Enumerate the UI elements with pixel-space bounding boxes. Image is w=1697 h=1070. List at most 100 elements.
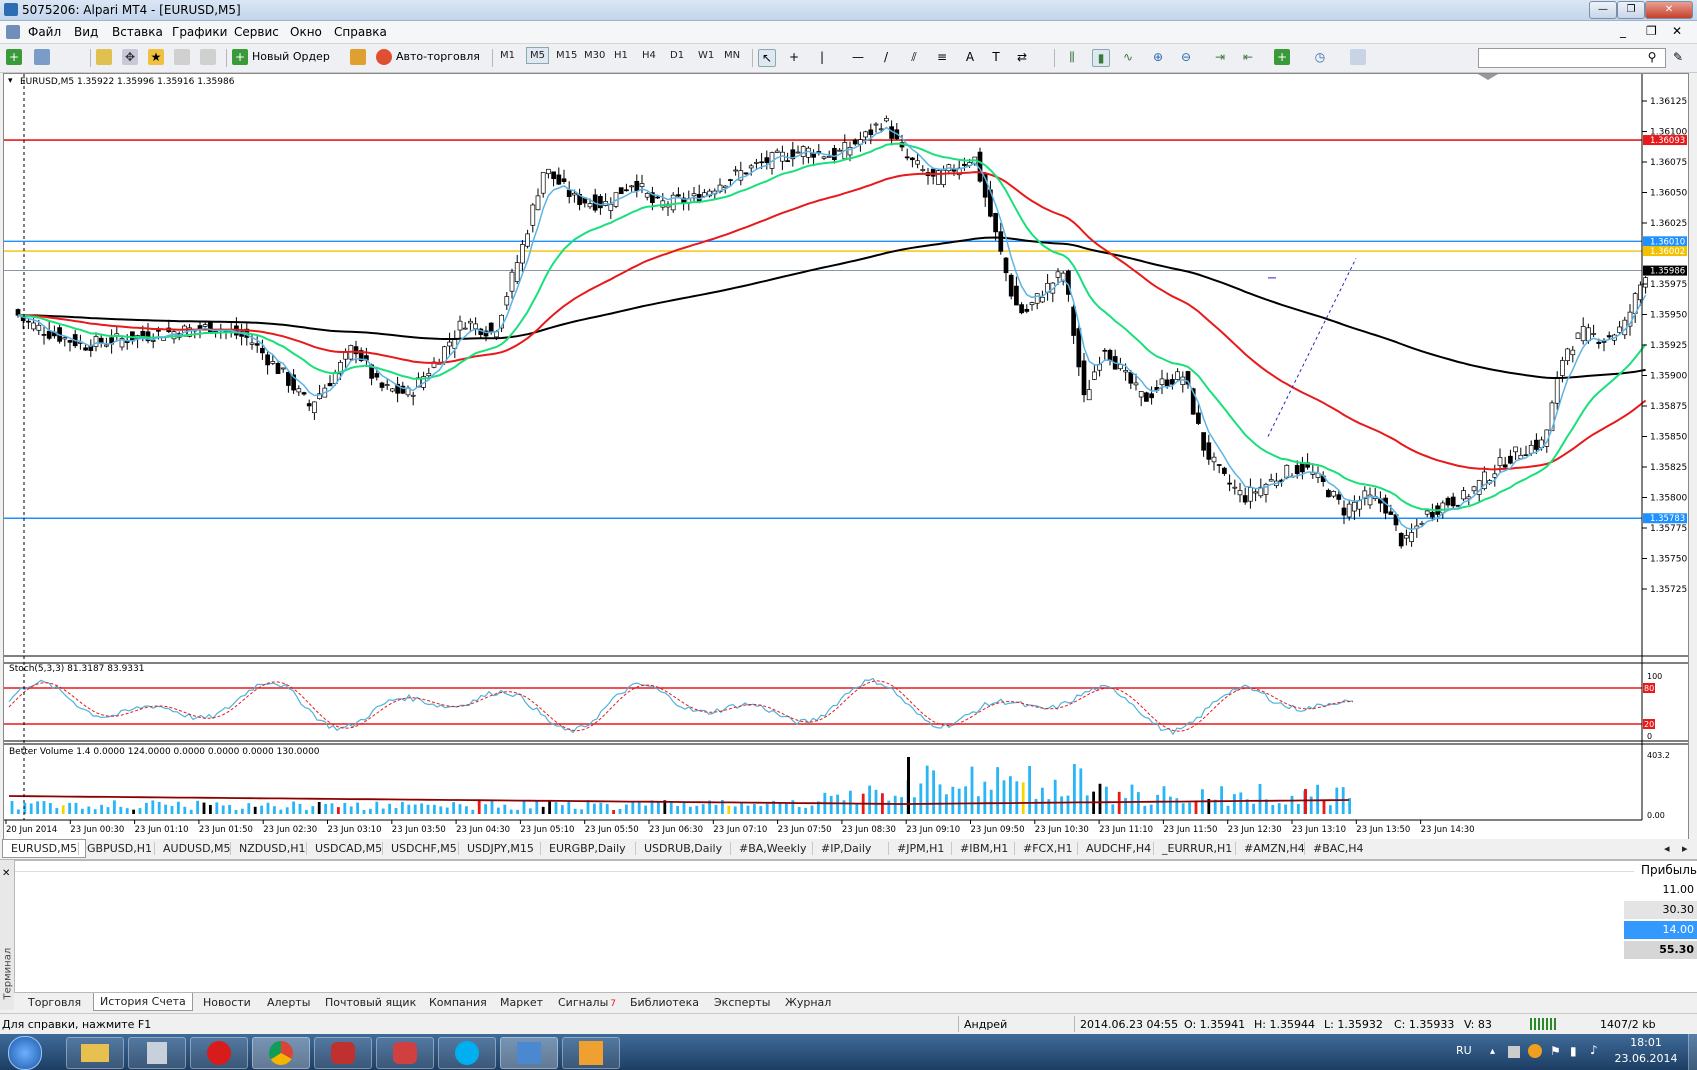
chart-shift-icon[interactable]: ⇤ xyxy=(1240,49,1256,65)
autotrade-button[interactable]: Авто-торговля xyxy=(396,47,480,67)
tf-h1[interactable]: H1 xyxy=(614,50,628,61)
skype-icon[interactable] xyxy=(438,1037,496,1069)
tabs-right-arrow[interactable]: ▸ xyxy=(1682,842,1688,855)
symbol-tab[interactable]: AUDCHF,H4 xyxy=(1077,842,1159,855)
start-button-icon[interactable] xyxy=(8,1036,42,1070)
maximize-icon[interactable]: ❐ xyxy=(1617,1,1645,19)
menu-charts[interactable]: Графики xyxy=(172,25,227,39)
indicators-icon[interactable]: + xyxy=(1274,49,1290,65)
clock-time[interactable]: 18:01 xyxy=(1616,1036,1676,1049)
tray-expand-icon[interactable]: ▴ xyxy=(1490,1046,1495,1057)
terminal-tab[interactable]: История Счета xyxy=(93,993,193,1011)
navigator-icon[interactable]: ★ xyxy=(148,49,164,65)
menu-help[interactable]: Справка xyxy=(334,25,387,39)
network-icon[interactable]: ▮ xyxy=(1570,1044,1577,1058)
tray-app-icon[interactable] xyxy=(1508,1046,1520,1058)
data-window-icon[interactable]: ✥ xyxy=(122,49,138,65)
zoom-in-icon[interactable]: ⊕ xyxy=(1150,49,1166,65)
terminal-tab[interactable]: Торговля xyxy=(22,996,87,1009)
channel-icon[interactable]: ⫽ xyxy=(906,49,922,65)
calculator-icon[interactable] xyxy=(128,1037,186,1069)
fibonacci-icon[interactable]: ≡ xyxy=(934,49,950,65)
vertical-line-icon[interactable]: | xyxy=(814,49,830,65)
symbol-tab[interactable]: AUDUSD,M5 xyxy=(154,842,239,855)
metaeditor-icon[interactable] xyxy=(350,49,366,65)
action-center-icon[interactable]: ⚑ xyxy=(1550,1044,1561,1058)
autotrade-icon[interactable] xyxy=(376,49,392,65)
symbol-tab[interactable]: GBPUSD,H1 xyxy=(78,842,160,855)
menu-insert[interactable]: Вставка xyxy=(112,25,163,39)
terminal-tab[interactable]: Алерты xyxy=(261,996,316,1009)
tf-h4[interactable]: H4 xyxy=(642,50,656,61)
tester-icon[interactable] xyxy=(200,49,216,65)
terminal-tab[interactable]: Эксперты xyxy=(708,996,776,1009)
help-app-icon[interactable] xyxy=(562,1037,620,1069)
language-indicator[interactable]: RU xyxy=(1456,1044,1472,1057)
close-icon[interactable]: ✕ xyxy=(1645,1,1693,19)
horizontal-line-icon[interactable]: — xyxy=(850,49,866,65)
mdi-minimize-icon[interactable]: _ xyxy=(1620,24,1626,38)
symbol-tab[interactable]: EURUSD,M5 xyxy=(2,839,87,858)
symbol-tab[interactable]: #JPM,H1 xyxy=(888,842,952,855)
show-desktop-button[interactable] xyxy=(1688,1034,1697,1070)
menu-file[interactable]: Файл xyxy=(28,25,61,39)
text-tool-icon[interactable]: A xyxy=(962,49,978,65)
terminal-tab[interactable]: Журнал xyxy=(779,996,837,1009)
tf-m15[interactable]: M15 xyxy=(556,50,577,61)
menu-view[interactable]: Вид xyxy=(74,25,98,39)
new-order-icon[interactable]: + xyxy=(232,49,248,65)
templates-icon[interactable] xyxy=(1350,49,1366,65)
terminal-sidebar[interactable]: ✕ Терминал xyxy=(0,860,15,1010)
terminal-close-icon[interactable]: ✕ xyxy=(2,868,10,879)
trendline-icon[interactable]: / xyxy=(878,49,894,65)
mdi-restore-icon[interactable]: ❐ xyxy=(1646,24,1657,38)
mdi-close-icon[interactable]: ✕ xyxy=(1672,24,1682,38)
mt4-window-icon[interactable] xyxy=(500,1037,558,1069)
new-order-button[interactable]: Новый Ордер xyxy=(252,47,330,67)
tf-mn[interactable]: MN xyxy=(724,50,740,61)
minimize-icon[interactable]: — xyxy=(1589,1,1617,19)
bar-chart-icon[interactable]: ⫼ xyxy=(1064,49,1080,65)
symbol-tab[interactable]: #AMZN,H4 xyxy=(1235,842,1313,855)
profiles-icon[interactable] xyxy=(34,49,50,65)
opera-icon[interactable] xyxy=(190,1037,248,1069)
tf-m1[interactable]: M1 xyxy=(500,50,515,61)
tf-w1[interactable]: W1 xyxy=(698,50,714,61)
terminal-tab[interactable]: Маркет xyxy=(494,996,549,1009)
symbol-tab[interactable]: #IP,Daily xyxy=(812,842,879,855)
symbol-tab[interactable]: #FCX,H1 xyxy=(1014,842,1081,855)
tray-update-icon[interactable] xyxy=(1528,1044,1542,1058)
symbol-tab[interactable]: #BA,Weekly xyxy=(730,842,815,855)
crosshair-icon[interactable]: + xyxy=(786,49,802,65)
search-icon[interactable]: ⚲ xyxy=(1644,49,1660,65)
tf-m30[interactable]: M30 xyxy=(584,50,605,61)
text-label-icon[interactable]: T xyxy=(988,49,1004,65)
terminal-tab[interactable]: Сигналы 7 xyxy=(552,996,622,1009)
arrows-icon[interactable]: ⇄ xyxy=(1014,49,1030,65)
chrome-icon[interactable] xyxy=(252,1037,310,1069)
zoom-out-icon[interactable]: ⊖ xyxy=(1178,49,1194,65)
terminal-tab[interactable]: Библиотека xyxy=(624,996,705,1009)
metatrader-icon-1[interactable] xyxy=(314,1037,372,1069)
new-chart-icon[interactable]: + xyxy=(6,49,22,65)
tabs-left-arrow[interactable]: ◂ xyxy=(1664,842,1670,855)
menu-window[interactable]: Окно xyxy=(290,25,322,39)
tf-d1[interactable]: D1 xyxy=(670,50,684,61)
explorer-icon[interactable] xyxy=(66,1037,124,1069)
terminal-tab[interactable]: Компания xyxy=(423,996,493,1009)
symbol-tab[interactable]: #IBM,H1 xyxy=(951,842,1016,855)
community-icon[interactable]: ✎ xyxy=(1670,49,1686,65)
periods-icon[interactable]: ◷ xyxy=(1312,49,1328,65)
symbol-tab[interactable]: USDJPY,M15 xyxy=(458,842,542,855)
terminal-icon[interactable] xyxy=(174,49,190,65)
volume-icon[interactable]: ♪ xyxy=(1590,1043,1598,1057)
clock-date[interactable]: 23.06.2014 xyxy=(1608,1052,1684,1065)
search-input[interactable] xyxy=(1478,48,1666,68)
terminal-tab[interactable]: Новости xyxy=(197,996,257,1009)
line-chart-icon[interactable]: ∿ xyxy=(1120,49,1136,65)
terminal-tab[interactable]: Почтовый ящик xyxy=(319,996,422,1009)
symbol-tab[interactable]: USDCAD,M5 xyxy=(306,842,390,855)
market-watch-icon[interactable] xyxy=(96,49,112,65)
symbol-tab[interactable]: EURGBP,Daily xyxy=(540,842,634,855)
symbol-tab[interactable]: USDCHF,M5 xyxy=(382,842,465,855)
